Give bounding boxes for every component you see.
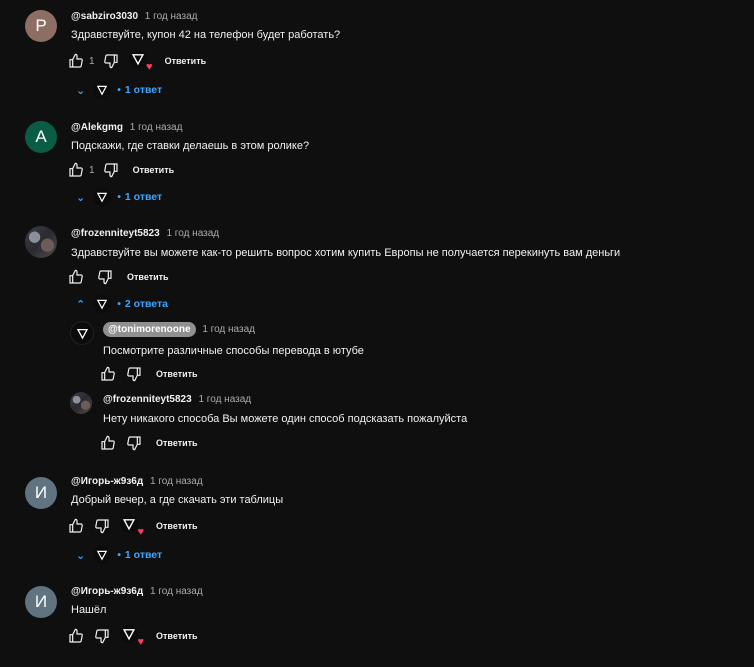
view-replies-button[interactable]: ⌄ • 1 ответ bbox=[76, 188, 162, 206]
creator-heart: ♥ bbox=[120, 515, 144, 538]
like-icon[interactable] bbox=[68, 53, 84, 69]
reply-author[interactable]: @tonimorenoone bbox=[103, 322, 196, 337]
chevron-down-icon: ⌄ bbox=[76, 549, 86, 562]
comment-actions: ♥ Ответить bbox=[68, 515, 198, 538]
comment-time[interactable]: 1 год назад bbox=[145, 11, 198, 22]
avatar-letter: P bbox=[35, 16, 47, 35]
replies-count: 1 ответ bbox=[124, 549, 163, 561]
reply-time[interactable]: 1 год назад bbox=[198, 394, 251, 405]
replies-count: 1 ответ bbox=[124, 191, 163, 203]
comment-text: Добрый вечер, а где скачать эти таблицы bbox=[71, 494, 284, 506]
comment-actions: Ответить bbox=[68, 267, 169, 287]
reply-button[interactable]: Ответить bbox=[156, 438, 198, 448]
separator-dot: • bbox=[117, 191, 121, 203]
reply-button[interactable]: Ответить bbox=[156, 369, 198, 379]
heart-icon: ♥ bbox=[137, 636, 144, 648]
channel-logo-icon bbox=[93, 546, 112, 564]
creator-heart: ♥ bbox=[120, 625, 144, 648]
view-replies-button[interactable]: ⌄ • 1 ответ bbox=[76, 81, 162, 99]
hide-replies-button[interactable]: ⌃ • 2 ответа bbox=[76, 295, 168, 313]
creator-heart: ♥ bbox=[128, 50, 153, 73]
replies-count: 1 ответ bbox=[124, 84, 163, 96]
avatar[interactable]: A bbox=[25, 121, 57, 153]
like-icon[interactable] bbox=[68, 269, 84, 285]
like-icon[interactable] bbox=[68, 162, 84, 178]
channel-logo-icon bbox=[93, 81, 112, 99]
avatar[interactable]: И bbox=[25, 586, 57, 618]
comment-author[interactable]: @frozenniteyt5823 bbox=[71, 228, 160, 239]
comment-text: Подскажи, где ставки делаешь в этом роли… bbox=[71, 140, 310, 152]
avatar-letter: A bbox=[35, 127, 47, 146]
avatar[interactable] bbox=[70, 392, 92, 414]
channel-logo-icon bbox=[128, 50, 147, 68]
like-icon[interactable] bbox=[100, 366, 116, 382]
dislike-icon[interactable] bbox=[126, 366, 142, 382]
reply-button[interactable]: Ответить bbox=[156, 521, 198, 531]
comment-time[interactable]: 1 год назад bbox=[166, 228, 219, 239]
comment-actions: ♥ Ответить bbox=[68, 625, 198, 648]
like-icon[interactable] bbox=[68, 628, 84, 644]
chevron-down-icon: ⌄ bbox=[76, 191, 86, 204]
like-icon[interactable] bbox=[68, 518, 84, 534]
avatar-letter: И bbox=[34, 483, 48, 502]
chevron-up-icon: ⌃ bbox=[76, 298, 86, 311]
reply-actions: Ответить bbox=[100, 364, 198, 384]
comment-author[interactable]: @Игорь-ж9з6д bbox=[71, 586, 143, 597]
reply-button[interactable]: Ответить bbox=[165, 56, 207, 66]
avatar[interactable] bbox=[25, 226, 57, 258]
heart-icon: ♥ bbox=[137, 526, 144, 538]
like-count: 1 bbox=[89, 164, 95, 176]
separator-dot: • bbox=[117, 549, 121, 561]
avatar[interactable]: P bbox=[25, 10, 57, 42]
dislike-icon[interactable] bbox=[97, 269, 113, 285]
dislike-icon[interactable] bbox=[94, 628, 110, 644]
comment-actions: 1 Ответить bbox=[68, 160, 174, 180]
dislike-icon[interactable] bbox=[103, 53, 119, 69]
view-replies-button[interactable]: ⌄ • 1 ответ bbox=[76, 546, 162, 564]
reply-time[interactable]: 1 год назад bbox=[202, 324, 255, 335]
dislike-icon[interactable] bbox=[103, 162, 119, 178]
reply-actions: Ответить bbox=[100, 433, 198, 453]
avatar-letter: И bbox=[34, 592, 48, 611]
replies-count: 2 ответа bbox=[124, 298, 168, 310]
heart-icon: ♥ bbox=[146, 61, 153, 73]
comment-time[interactable]: 1 год назад bbox=[150, 586, 203, 597]
comment-author[interactable]: @Игорь-ж9з6д bbox=[71, 476, 143, 487]
channel-logo-icon bbox=[93, 188, 112, 206]
avatar[interactable]: И bbox=[25, 477, 57, 509]
separator-dot: • bbox=[117, 298, 121, 310]
comment-time[interactable]: 1 год назад bbox=[130, 122, 183, 133]
channel-logo-icon bbox=[120, 515, 138, 533]
reply-button[interactable]: Ответить bbox=[133, 165, 175, 175]
chevron-down-icon: ⌄ bbox=[76, 84, 86, 97]
comment-actions: 1 ♥ Ответить bbox=[68, 50, 207, 73]
comment-author[interactable]: @sabziro3030 bbox=[71, 11, 138, 22]
comment-time[interactable]: 1 год назад bbox=[150, 476, 203, 487]
reply-button[interactable]: Ответить bbox=[156, 631, 198, 641]
avatar[interactable] bbox=[70, 321, 94, 345]
channel-logo-icon bbox=[76, 328, 88, 339]
reply-text: Нету никакого способа Вы можете один спо… bbox=[103, 413, 468, 425]
comment-text: Здравствуйте вы можете как-то решить воп… bbox=[71, 247, 621, 259]
comment-text: Здравствуйте, купон 42 на телефон будет … bbox=[71, 29, 341, 41]
like-count: 1 bbox=[89, 55, 95, 67]
comment-text: Нашёл bbox=[71, 604, 107, 616]
like-icon[interactable] bbox=[100, 435, 116, 451]
reply-button[interactable]: Ответить bbox=[127, 272, 169, 282]
reply-author[interactable]: @frozenniteyt5823 bbox=[103, 394, 192, 405]
dislike-icon[interactable] bbox=[94, 518, 110, 534]
channel-logo-icon bbox=[93, 295, 112, 313]
separator-dot: • bbox=[117, 84, 121, 96]
dislike-icon[interactable] bbox=[126, 435, 142, 451]
comment-author[interactable]: @Alekgmg bbox=[71, 122, 123, 133]
channel-logo-icon bbox=[120, 625, 138, 643]
reply-text: Посмотрите различные способы перевода в … bbox=[103, 345, 364, 357]
